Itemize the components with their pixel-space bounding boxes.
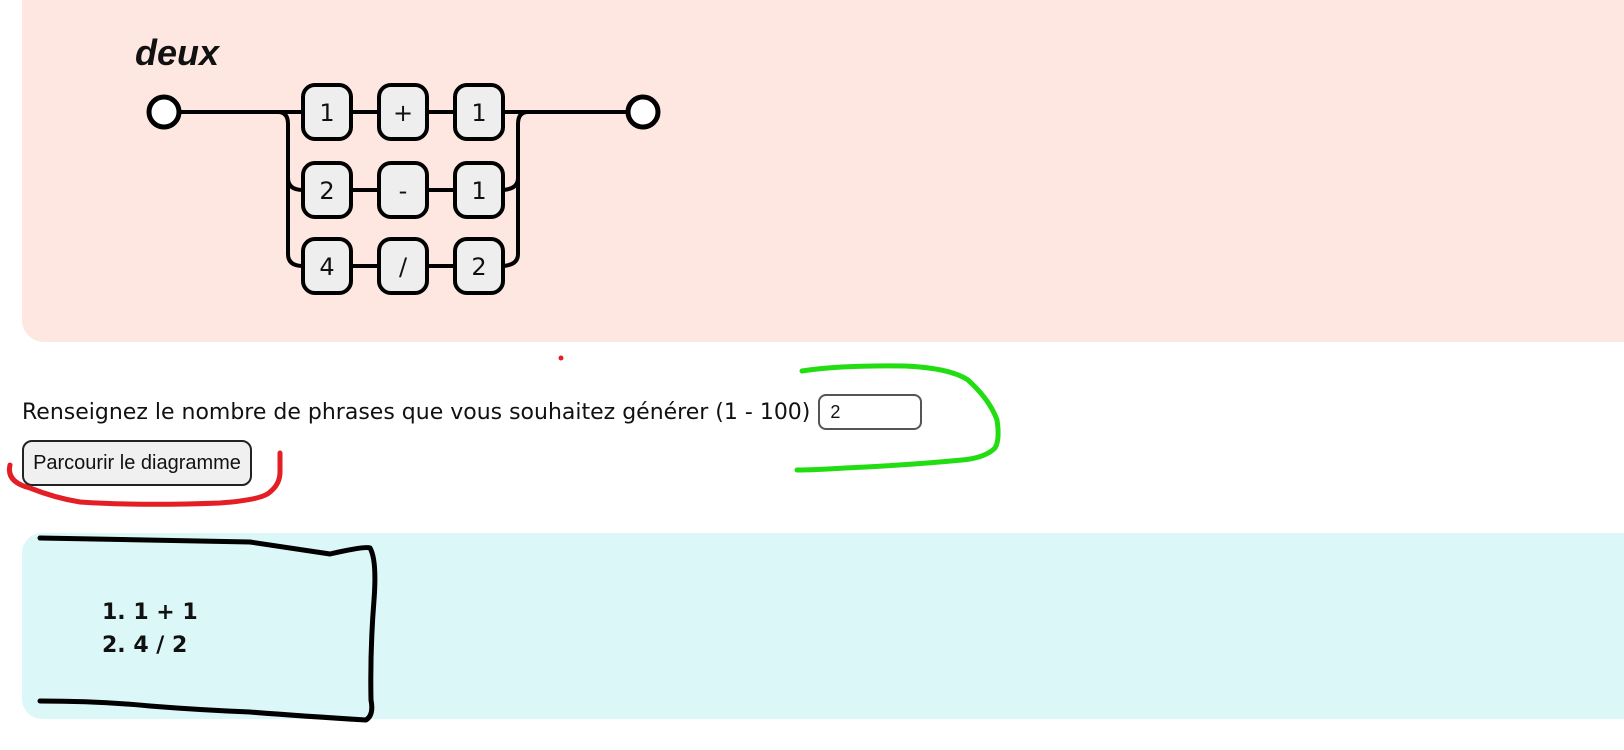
box-label: / — [399, 253, 408, 281]
box-label: 1 — [471, 99, 486, 127]
box-label: 2 — [471, 253, 486, 281]
rail-split-left — [276, 110, 305, 268]
result-text: 1 + 1 — [133, 600, 198, 625]
list-item: 2. 4 / 2 — [102, 629, 198, 662]
box-label: 4 — [319, 253, 334, 281]
sentence-count-input[interactable] — [818, 394, 923, 430]
result-number: 1. — [102, 600, 126, 625]
result-text: 4 / 2 — [133, 633, 188, 658]
box-label: 1 — [319, 99, 334, 127]
start-terminal-icon — [146, 94, 182, 130]
sentence-count-row: Renseignez le nombre de phrases que vous… — [22, 392, 923, 432]
list-item: 1. 1 + 1 — [102, 596, 198, 629]
box-label: + — [393, 99, 413, 127]
end-terminal-icon — [625, 94, 661, 130]
result-number: 2. — [102, 633, 126, 658]
results-panel — [22, 533, 1624, 719]
browse-diagram-button[interactable]: Parcourir le diagramme — [22, 440, 252, 486]
box-label: 2 — [319, 177, 334, 205]
box-label: - — [399, 177, 408, 205]
results-list: 1. 1 + 1 2. 4 / 2 — [102, 596, 198, 662]
box-label: 1 — [471, 177, 486, 205]
sentence-count-label: Renseignez le nombre de phrases que vous… — [22, 399, 811, 425]
